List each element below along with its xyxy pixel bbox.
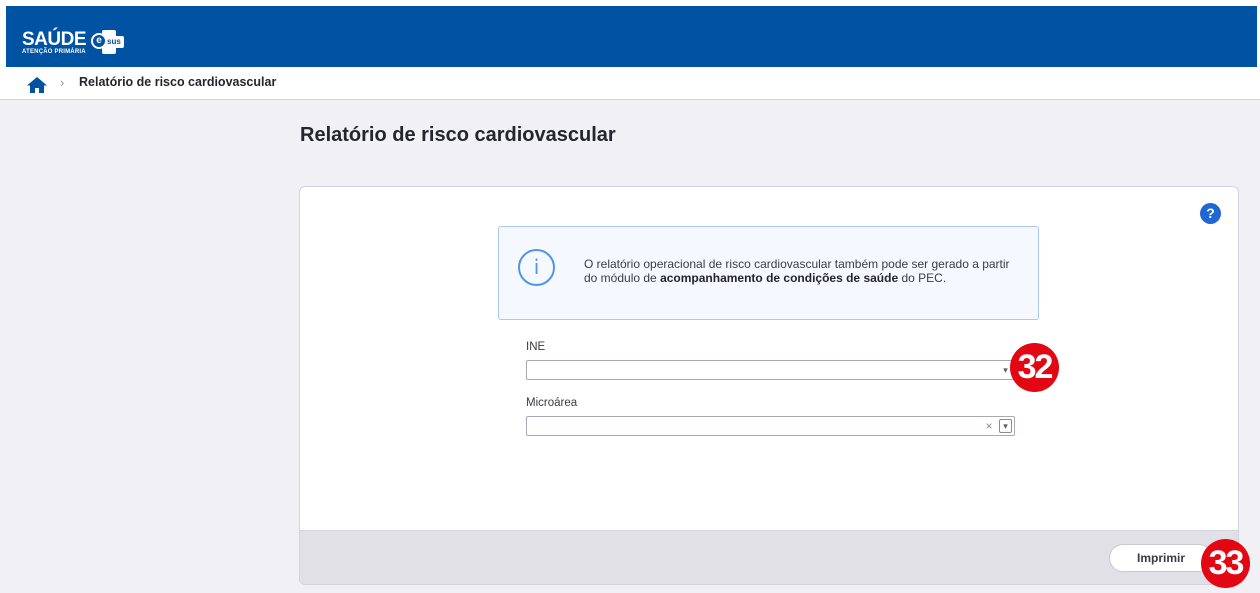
microarea-label: Microárea: [526, 397, 578, 409]
clear-icon[interactable]: ×: [983, 418, 995, 434]
esus-label: sus: [107, 37, 121, 46]
ine-select[interactable]: ▾: [526, 360, 1015, 380]
chevron-down-icon[interactable]: ▾: [999, 419, 1012, 433]
help-icon[interactable]: ?: [1200, 203, 1221, 224]
info-icon: i: [518, 249, 555, 286]
card-footer: Imprimir: [300, 530, 1238, 584]
breadcrumb-current: Relatório de risco cardiovascular: [79, 75, 277, 89]
info-text: O relatório operacional de risco cardiov…: [584, 257, 1010, 285]
saude-logo[interactable]: SAÚDE ATENÇÃO PRIMÁRIA e sus: [22, 29, 126, 55]
esus-e-icon: e: [91, 33, 108, 49]
breadcrumb: › Relatório de risco cardiovascular: [0, 67, 1260, 100]
logo-subtitle: ATENÇÃO PRIMÁRIA: [22, 49, 86, 55]
callout-marker: 33: [1201, 539, 1250, 588]
info-alert: i O relatório operacional de risco cardi…: [498, 226, 1039, 320]
home-icon[interactable]: [26, 76, 48, 94]
callout-marker: 32: [1010, 343, 1059, 392]
chevron-right-icon: ›: [60, 75, 65, 90]
print-button[interactable]: Imprimir: [1109, 544, 1213, 572]
report-card: ? i O relatório operacional de risco car…: [299, 186, 1239, 585]
esus-cross-icon: e sus: [90, 30, 126, 54]
info-bold-text: acompanhamento de condições de saúde: [660, 271, 899, 285]
logo-text: SAÚDE: [22, 29, 87, 50]
ine-label: INE: [526, 341, 546, 353]
app-header: SAÚDE ATENÇÃO PRIMÁRIA e sus: [0, 0, 1260, 67]
microarea-select[interactable]: × ▾: [526, 416, 1015, 436]
page-title: Relatório de risco cardiovascular: [300, 124, 616, 146]
header-bar: SAÚDE ATENÇÃO PRIMÁRIA e sus: [6, 6, 1257, 67]
